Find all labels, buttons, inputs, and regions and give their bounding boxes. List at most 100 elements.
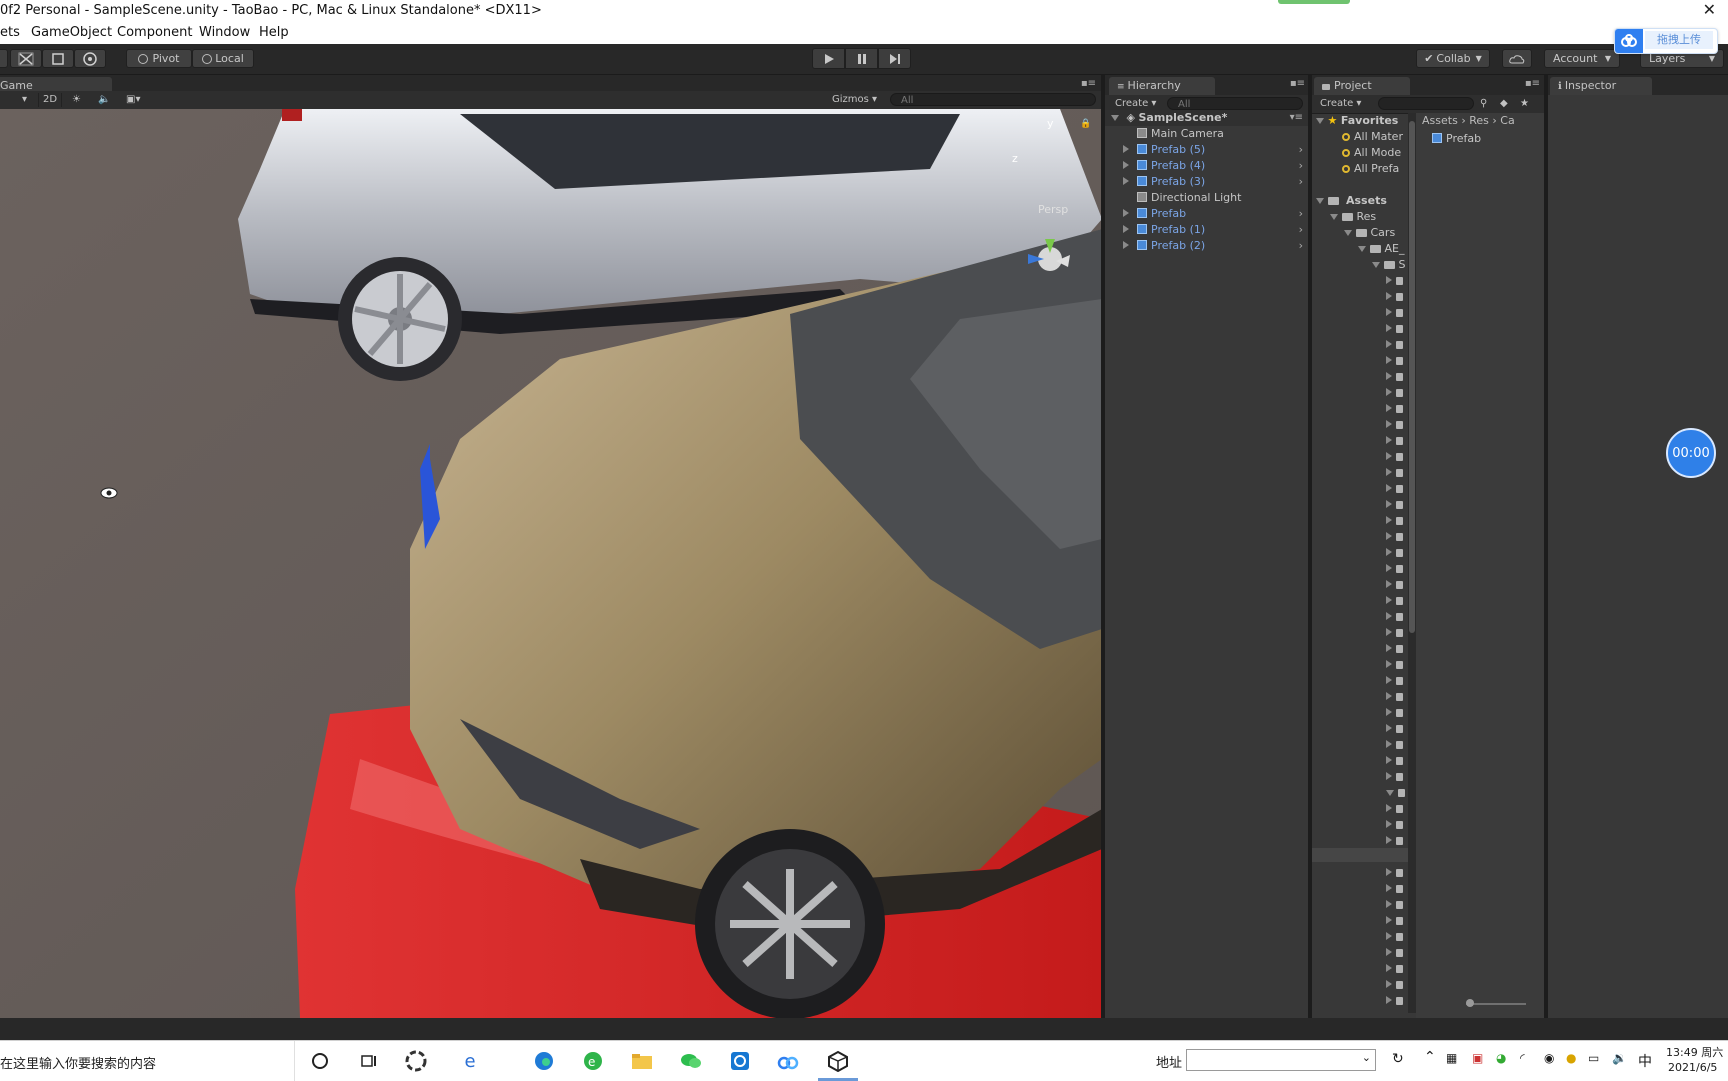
toggle-2d-button[interactable]: 2D <box>38 93 63 107</box>
expand-arrow-icon[interactable] <box>1386 740 1392 748</box>
tree-subfolder-row[interactable] <box>1386 401 1407 417</box>
project-create-dropdown[interactable]: Create ▾ <box>1320 97 1361 111</box>
tree-subfolder-row[interactable] <box>1386 449 1407 465</box>
ime-indicator[interactable]: 中 <box>1638 1051 1652 1071</box>
cortana-icon[interactable] <box>308 1049 332 1073</box>
tree-subfolder-row[interactable] <box>1386 513 1407 529</box>
expand-arrow-icon[interactable] <box>1386 948 1392 956</box>
cloud-button[interactable] <box>1502 49 1532 68</box>
expand-arrow-icon[interactable] <box>1123 241 1129 249</box>
tree-subfolder-row[interactable] <box>1386 561 1407 577</box>
tree-subfolder-row[interactable] <box>1386 289 1407 305</box>
expand-arrow-icon[interactable] <box>1386 708 1392 716</box>
tray-app-icon[interactable]: ▦ <box>1446 1051 1457 1065</box>
expand-arrow-icon[interactable] <box>1386 452 1392 460</box>
expand-arrow-icon[interactable] <box>1386 676 1392 684</box>
game-viewport[interactable]: y z Persp 🔒 <box>0 109 1102 1018</box>
expand-arrow-icon[interactable] <box>1111 115 1119 121</box>
tree-subfolder-row[interactable] <box>1386 657 1407 673</box>
chevron-right-icon[interactable]: › <box>1299 206 1303 222</box>
local-toggle[interactable]: Local <box>192 49 254 68</box>
qq-icon[interactable]: ◉ <box>1544 1051 1554 1065</box>
project-search-input[interactable] <box>1378 97 1474 110</box>
expand-arrow-icon[interactable] <box>1386 628 1392 636</box>
chevron-down-icon[interactable]: ⌄ <box>1362 1051 1371 1064</box>
panel-menu-icon[interactable]: ▪≡ <box>1525 78 1540 89</box>
expand-arrow-icon[interactable] <box>1386 932 1392 940</box>
audio-icon[interactable]: 🔈 <box>98 93 110 107</box>
expand-arrow-icon[interactable] <box>1386 660 1392 668</box>
expand-arrow-icon[interactable] <box>1386 308 1392 316</box>
favorites-row[interactable]: ★ Favorites <box>1312 113 1408 129</box>
expand-arrow-icon[interactable] <box>1330 214 1338 220</box>
panel-menu-icon[interactable]: ▪≡ <box>1081 78 1096 89</box>
expand-arrow-icon[interactable] <box>1123 161 1129 169</box>
tree-subfolder-row[interactable] <box>1386 353 1407 369</box>
scale-tool-button[interactable] <box>10 49 42 68</box>
pivot-toggle[interactable]: Pivot <box>126 49 192 68</box>
tree-folder-cars[interactable]: Cars <box>1344 225 1395 241</box>
expand-arrow-icon[interactable] <box>1123 225 1129 233</box>
expand-arrow-icon[interactable] <box>1386 836 1392 844</box>
breadcrumb-item[interactable]: Assets <box>1422 114 1458 127</box>
filter-type-icon[interactable]: ⚲ <box>1480 97 1487 111</box>
tree-subfolder-row[interactable] <box>1386 801 1407 817</box>
star-icon[interactable]: ★ <box>1520 97 1529 111</box>
expand-arrow-icon[interactable] <box>1386 516 1392 524</box>
expand-arrow-icon[interactable] <box>1386 612 1392 620</box>
assets-row[interactable]: Assets <box>1312 193 1408 209</box>
favorite-item[interactable]: All Mode <box>1342 145 1401 161</box>
expand-arrow-icon[interactable] <box>1386 324 1392 332</box>
tree-subfolder-row[interactable] <box>1386 625 1407 641</box>
display-dropdown-chevron[interactable]: ▾ <box>22 93 27 107</box>
tray-green-icon[interactable]: ◕ <box>1496 1051 1506 1065</box>
tree-subfolder-row[interactable] <box>1386 913 1407 929</box>
asset-item-prefab[interactable]: Prefab <box>1432 131 1481 147</box>
edge-icon[interactable] <box>532 1049 556 1073</box>
expand-arrow-icon[interactable] <box>1386 884 1392 892</box>
tab-project[interactable]: Project <box>1314 77 1410 95</box>
hierarchy-item[interactable]: Prefab (4) › <box>1105 158 1309 174</box>
expand-arrow-icon[interactable] <box>1386 356 1392 364</box>
expand-arrow-icon[interactable] <box>1386 980 1392 988</box>
account-dropdown[interactable]: Account ▼ <box>1544 49 1620 68</box>
wechat-icon[interactable] <box>679 1049 703 1073</box>
close-button[interactable]: ✕ <box>1703 0 1716 19</box>
tree-subfolder-row[interactable] <box>1386 833 1407 849</box>
tree-subfolder-row[interactable] <box>1386 641 1407 657</box>
tree-subfolder-row[interactable] <box>1386 369 1407 385</box>
address-input[interactable]: ⌄ <box>1186 1049 1376 1071</box>
expand-arrow-icon[interactable] <box>1386 564 1392 572</box>
hierarchy-item[interactable]: Prefab (2) › <box>1105 238 1309 254</box>
tree-subfolder-row[interactable] <box>1386 945 1407 961</box>
tree-subfolder-row[interactable] <box>1386 673 1407 689</box>
tree-subfolder-row[interactable] <box>1386 769 1407 785</box>
tree-subfolder-row[interactable] <box>1386 753 1407 769</box>
expand-arrow-icon[interactable] <box>1372 262 1380 268</box>
hierarchy-item[interactable]: Prefab (1) › <box>1105 222 1309 238</box>
expand-arrow-icon[interactable] <box>1358 246 1366 252</box>
expand-arrow-icon[interactable] <box>1344 230 1352 236</box>
clock-date[interactable]: 2021/6/5 <box>1668 1061 1717 1074</box>
tree-subfolder-row[interactable] <box>1386 689 1407 705</box>
menu-help[interactable]: Help <box>259 25 289 40</box>
chevron-right-icon[interactable]: › <box>1299 222 1303 238</box>
panel-menu-icon[interactable]: ▪≡ <box>1290 78 1305 89</box>
menu-window[interactable]: Window <box>199 25 250 40</box>
tree-subfolder-row[interactable] <box>1386 321 1407 337</box>
tree-subfolder-row[interactable] <box>1386 593 1407 609</box>
tree-subfolder-row[interactable] <box>1386 529 1407 545</box>
tree-subfolder-row[interactable] <box>1386 481 1407 497</box>
favorite-item[interactable]: All Prefa <box>1342 161 1399 177</box>
app-blue-icon[interactable] <box>728 1049 752 1073</box>
tree-subfolder-row[interactable] <box>1386 433 1407 449</box>
expand-arrow-icon[interactable] <box>1386 340 1392 348</box>
lock-icon[interactable]: 🔒 <box>1080 119 1091 129</box>
pause-button[interactable] <box>845 48 878 69</box>
zoom-slider[interactable] <box>1466 999 1526 1007</box>
tree-subfolder-row[interactable] <box>1386 465 1407 481</box>
tree-subfolder-row[interactable] <box>1386 273 1407 289</box>
expand-arrow-icon[interactable] <box>1386 548 1392 556</box>
tray-red-icon[interactable]: ▣ <box>1472 1051 1483 1065</box>
step-button[interactable] <box>878 48 911 69</box>
